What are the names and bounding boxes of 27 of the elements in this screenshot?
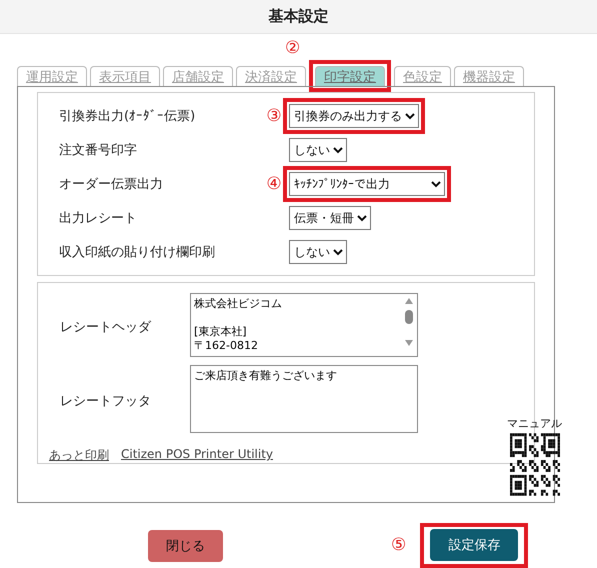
setting-label: 注文番号印字 <box>59 142 138 159</box>
setting-label: 出力レシート <box>59 210 138 227</box>
tab[interactable]: 印字設定 <box>315 66 385 86</box>
manual-label: マニュアル <box>507 416 562 431</box>
receipt-label: レシートヘッダ <box>59 319 152 336</box>
setting-label: 引換券出力(ｵｰﾀﾞｰ伝票) <box>59 108 196 125</box>
setting-dropdown[interactable]: 引換券のみ出力する <box>289 104 419 128</box>
close-button[interactable]: 閉じる <box>148 530 223 562</box>
receipt-label: レシートフッタ <box>59 393 152 410</box>
callout-number: ⑤ <box>391 537 406 554</box>
link[interactable]: あっと印刷 <box>49 447 109 464</box>
callout-number: ③ <box>266 108 282 124</box>
scrollbar-icon[interactable] <box>404 296 414 348</box>
qr-code-icon <box>510 433 560 496</box>
setting-label: 収入印紙の貼り付け欄印刷 <box>59 244 216 261</box>
setting-dropdown[interactable]: 伝票・短冊 <box>289 206 371 230</box>
callout-number: ④ <box>266 176 282 192</box>
setting-dropdown[interactable]: しない <box>289 138 347 162</box>
receipt-text-field[interactable]: 株式会社ビジコム [東京本社] 〒162-0812 <box>190 293 418 357</box>
window-title: 基本設定 <box>268 7 328 26</box>
setting-dropdown[interactable]: ｷｯﾁﾝﾌﾟﾘﾝﾀｰで出力 <box>289 172 445 196</box>
setting-label: オーダー伝票出力 <box>59 176 164 193</box>
callout-number: ② <box>285 40 300 57</box>
setting-dropdown[interactable]: しない <box>289 240 347 264</box>
receipt-text-field[interactable]: ご来店頂き有難うございます <box>190 365 418 433</box>
save-button[interactable]: 設定保存 <box>430 529 518 561</box>
link[interactable]: Citizen POS Printer Utility <box>121 447 273 464</box>
